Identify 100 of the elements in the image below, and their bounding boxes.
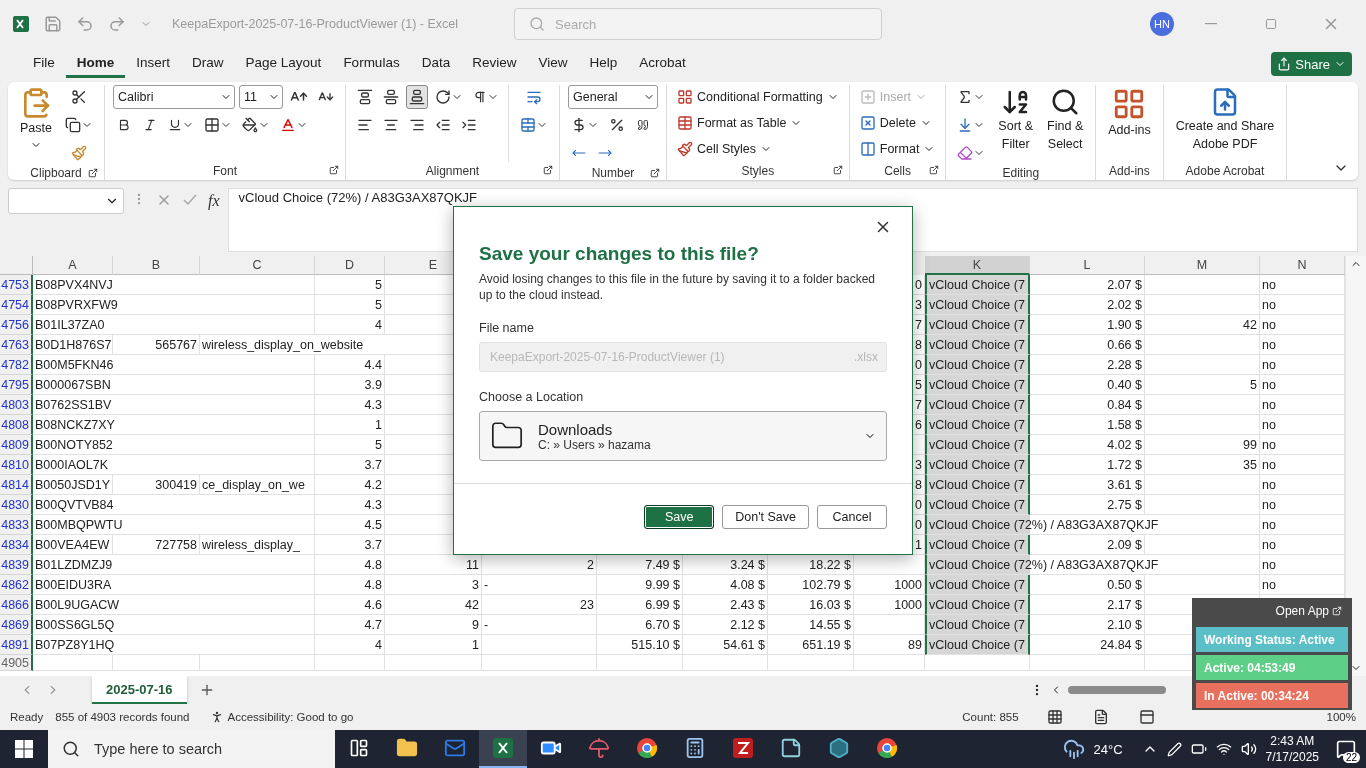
table-cell: vCloud Choice (7 — [925, 335, 1030, 355]
table-cell: ce_display_on_we — [200, 475, 315, 495]
table-cell: B00L9UGACW — [33, 595, 315, 615]
table-cell: 4.3 — [315, 495, 385, 515]
table-cell: 23 — [482, 595, 597, 615]
table-cell: B00QVTVB84 — [33, 495, 315, 515]
table-cell: 2.02 $ — [1030, 295, 1145, 315]
table-cell: B00MBQPWTU — [33, 515, 315, 535]
table-cell: 1.90 $ — [1030, 315, 1145, 335]
table-cell: - — [482, 615, 597, 635]
table-cell: 5 — [315, 275, 385, 295]
table-cell: 54.61 $ — [683, 635, 768, 655]
table-cell: 102.79 $ — [768, 575, 854, 595]
table-cell: B0D1H876S7 — [33, 335, 113, 355]
table-cell: vCloud Choice (72%) / A83G3AX87QKJF — [925, 555, 1260, 575]
table-cell: vCloud Choice (7 — [925, 595, 1030, 615]
group-label: Cells — [884, 164, 911, 178]
table-cell: 4.2 — [315, 475, 385, 495]
table-cell: 42 — [385, 595, 482, 615]
group-label: Number — [591, 165, 635, 180]
location-path: C: » Users » hazama — [538, 437, 652, 452]
table-cell: 4.5 — [315, 515, 385, 535]
table-cell: 3.7 — [315, 535, 385, 555]
table-cell: B000067SBN — [33, 375, 315, 395]
table-cell: 727758 — [113, 535, 200, 555]
table-cell: 1 — [385, 635, 482, 655]
table-cell: 5 — [1145, 375, 1260, 395]
status-text: 855 of 4903 records found — [55, 711, 190, 723]
table-cell: 2.10 $ — [1030, 615, 1145, 635]
table-cell: 2.75 $ — [1030, 495, 1145, 515]
table-cell: 565767 — [113, 335, 200, 355]
table-cell: 4.02 $ — [1030, 435, 1145, 455]
table-cell: vCloud Choice (72%) / A83G3AX87QKJF — [925, 515, 1260, 535]
table-cell: B00M5FKN46 — [33, 355, 315, 375]
table-cell: 2.07 $ — [1030, 275, 1145, 295]
table-cell: vCloud Choice (7 — [925, 275, 1030, 295]
table-cell: vCloud Choice (7 — [925, 295, 1030, 315]
count-text: Count: 855 — [962, 711, 1019, 723]
table-cell: 6.70 $ — [597, 615, 683, 635]
table-cell: 3.9 — [315, 375, 385, 395]
group-label: Add-ins — [1109, 164, 1150, 178]
table-cell: 1 — [315, 415, 385, 435]
table-cell: 4 — [315, 635, 385, 655]
table-cell: 5 — [315, 295, 385, 315]
table-cell: B01IL37ZA0 — [33, 315, 315, 335]
table-cell: 4.08 $ — [683, 575, 768, 595]
table-cell: B00SS6GL5Q — [33, 615, 315, 635]
table-cell: 651.19 $ — [768, 635, 854, 655]
table-cell: 300419 — [113, 475, 200, 495]
table-cell: vCloud Choice (7 — [925, 475, 1030, 495]
table-cell: 4.3 — [315, 395, 385, 415]
status-bar-item: In Active: 00:34:24 — [1196, 683, 1348, 708]
table-cell: 0.84 $ — [1030, 395, 1145, 415]
table-cell: vCloud Choice (7 — [925, 355, 1030, 375]
table-cell: 3 — [385, 575, 482, 595]
table-cell: 4 — [315, 315, 385, 335]
table-cell: B00VEA4EW — [33, 535, 113, 555]
table-cell: B01LZDMZJ9 — [33, 555, 315, 575]
table-cell: vCloud Choice (7 — [925, 435, 1030, 455]
table-cell: 4.8 — [315, 555, 385, 575]
table-cell: vCloud Choice (7 — [925, 495, 1030, 515]
table-cell: vCloud Choice (7 — [925, 375, 1030, 395]
table-cell: 4.6 — [315, 595, 385, 615]
table-cell: B0762SS1BV — [33, 395, 315, 415]
table-cell: 4.7 — [315, 615, 385, 635]
status-bar-item: Active: 04:53:49 — [1196, 655, 1348, 680]
table-cell: wireless_display_ — [200, 535, 315, 555]
table-cell: 24.84 $ — [1030, 635, 1145, 655]
notification-count: 22 — [1342, 752, 1360, 763]
table-cell: B08PVRXFW9 — [33, 295, 315, 315]
group-label: Editing — [1002, 165, 1040, 180]
table-cell: 42 — [1145, 315, 1260, 335]
table-cell: vCloud Choice (7 — [925, 315, 1030, 335]
table-cell: - — [482, 575, 597, 595]
group-label: Clipboard — [30, 165, 82, 180]
field-label: File name — [479, 321, 535, 336]
table-cell: 35 — [1145, 455, 1260, 475]
table-cell: 2.43 $ — [683, 595, 768, 615]
table-cell: B00NOTY852 — [33, 435, 315, 455]
table-cell: vCloud Choice (7 — [925, 535, 1030, 555]
table-cell: vCloud Choice (7 — [925, 455, 1030, 475]
status-text: Ready — [10, 711, 44, 723]
table-cell: vCloud Choice (7 — [925, 575, 1030, 595]
table-cell: 0.66 $ — [1030, 335, 1145, 355]
table-cell: 3.7 — [315, 455, 385, 475]
table-cell: 6.99 $ — [597, 595, 683, 615]
table-cell: B08PVX4NVJ — [33, 275, 315, 295]
table-cell: 3.61 $ — [1030, 475, 1145, 495]
table-cell: vCloud Choice (7 — [925, 615, 1030, 635]
table-cell: 0.50 $ — [1030, 575, 1145, 595]
table-cell: B07PZ8Y1HQ — [33, 635, 315, 655]
table-cell: B00EIDU3RA — [33, 575, 315, 595]
table-cell: 4.4 — [315, 355, 385, 375]
group-label: Styles — [741, 164, 775, 178]
table-cell: 515.10 $ — [597, 635, 683, 655]
table-cell: vCloud Choice (7 — [925, 415, 1030, 435]
table-cell: 14.55 $ — [768, 615, 854, 635]
table-cell: 2.17 $ — [1030, 595, 1145, 615]
table-cell: 2.12 $ — [683, 615, 768, 635]
table-cell: B08NCKZ7XY — [33, 415, 315, 435]
